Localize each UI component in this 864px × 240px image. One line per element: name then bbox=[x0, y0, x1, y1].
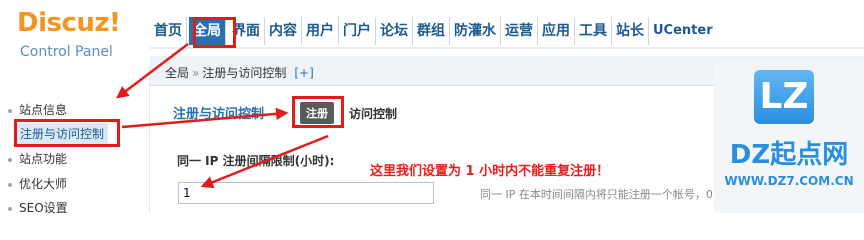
bullet-icon bbox=[8, 206, 12, 211]
topnav-item-home[interactable]: 首页 bbox=[150, 17, 187, 45]
sidebar-item-site-info[interactable]: 站点信息 bbox=[8, 101, 67, 118]
sidebar-item-label: SEO设置 bbox=[19, 201, 68, 215]
breadcrumb: 全局» 注册与访问控制 [+] bbox=[165, 64, 314, 81]
watermark-brand: DZ起点网 bbox=[729, 140, 849, 170]
add-shortcut-button[interactable]: [+] bbox=[294, 66, 313, 80]
field-label: 同一 IP 注册间隔限制(小时): bbox=[177, 154, 335, 168]
logo: Discuz! Control Panel bbox=[0, 0, 150, 68]
topnav-item-apps[interactable]: 应用 bbox=[538, 17, 575, 45]
topnav-item-forum[interactable]: 论坛 bbox=[376, 17, 413, 45]
sidebar-item-label: 站点功能 bbox=[19, 152, 68, 166]
breadcrumb-separator: » bbox=[192, 66, 200, 80]
topnav-item-users[interactable]: 用户 bbox=[302, 17, 339, 45]
highlight-box-sidebar bbox=[14, 119, 120, 147]
breadcrumb-current: 注册与访问控制 bbox=[202, 66, 287, 80]
bullet-icon bbox=[8, 182, 12, 187]
sidebar-item-optimizer[interactable]: 优化大师 bbox=[8, 175, 67, 192]
register-interval-input[interactable] bbox=[178, 182, 434, 204]
watermark: LZ DZ起点网 WWW.DZ7.COM.CN bbox=[714, 62, 864, 213]
topnav-item-groups[interactable]: 群组 bbox=[413, 17, 450, 45]
topnav-item-operations[interactable]: 运营 bbox=[501, 17, 538, 45]
logo-title: Discuz! bbox=[17, 8, 121, 38]
watermark-url: WWW.DZ7.COM.CN bbox=[724, 174, 854, 188]
header-divider bbox=[150, 47, 864, 49]
bullet-icon bbox=[8, 157, 12, 162]
highlight-box-tab bbox=[292, 96, 344, 128]
topnav-item-ucenter[interactable]: UCenter bbox=[649, 17, 717, 45]
annotation-note: 这里我们设置为 1 小时内不能重复注册！ bbox=[370, 164, 610, 179]
sidebar-item-site-features[interactable]: 站点功能 bbox=[8, 150, 67, 167]
sidebar-item-label: 站点信息 bbox=[19, 103, 68, 117]
topnav-item-antispam[interactable]: 防灌水 bbox=[450, 17, 501, 45]
page-title: 注册与访问控制 bbox=[173, 107, 265, 122]
sidebar-item-seo[interactable]: SEO设置 bbox=[8, 199, 68, 216]
tab-access-control[interactable]: 访问控制 bbox=[349, 105, 397, 122]
topnav-item-portal[interactable]: 门户 bbox=[339, 17, 376, 45]
topnav-item-content[interactable]: 内容 bbox=[265, 17, 302, 45]
watermark-logo: LZ bbox=[754, 70, 814, 124]
sidebar-item-label: 优化大师 bbox=[19, 177, 68, 191]
topnav-item-admin[interactable]: 站长 bbox=[612, 17, 649, 45]
logo-subtitle: Control Panel bbox=[20, 44, 113, 60]
bullet-icon bbox=[8, 108, 12, 113]
topnav-item-tools[interactable]: 工具 bbox=[575, 17, 612, 45]
highlight-box-global bbox=[193, 17, 236, 48]
breadcrumb-root[interactable]: 全局 bbox=[165, 66, 189, 80]
